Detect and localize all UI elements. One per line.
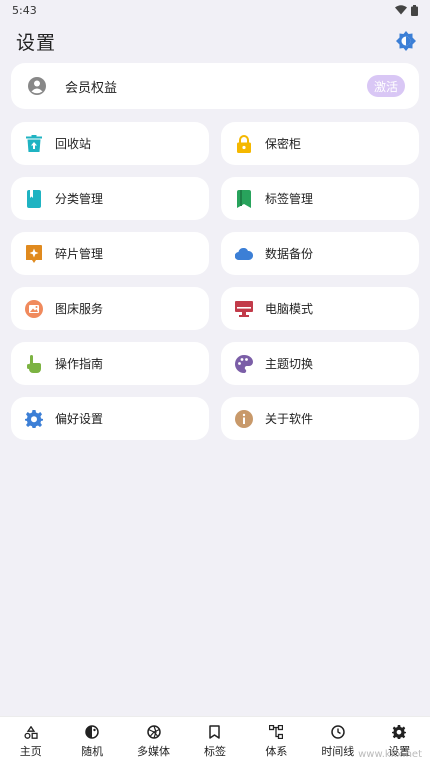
header: 设置: [0, 26, 430, 56]
tile-about[interactable]: 关于软件: [221, 397, 419, 440]
member-benefits-label: 会员权益: [65, 80, 118, 96]
tile-data-backup[interactable]: 数据备份: [221, 232, 419, 275]
nav-item-multimedia[interactable]: 多媒体: [124, 724, 184, 759]
image-icon: [25, 299, 43, 318]
nav-label: 标签: [203, 745, 226, 758]
gear-icon: [25, 409, 43, 428]
bookmark-icon: [235, 189, 253, 208]
desktop-icon: [235, 300, 253, 318]
tile-label: 电脑模式: [265, 302, 314, 316]
settings-grid: 回收站 保密柜 分类管理 标签管理 碎片管理 数据备份 图床服务 电脑模式 操作…: [11, 122, 419, 440]
tile-label: 主题切换: [265, 357, 314, 371]
nav-item-tags[interactable]: 标签: [185, 724, 245, 759]
account-icon: [28, 77, 46, 95]
tile-label: 图床服务: [55, 302, 104, 316]
tile-label: 偏好设置: [55, 412, 104, 426]
status-time: 5:43: [12, 3, 37, 17]
tile-label: 关于软件: [265, 412, 314, 426]
tile-vault[interactable]: 保密柜: [221, 122, 419, 165]
battery-icon: [411, 4, 418, 16]
tile-label: 分类管理: [55, 192, 104, 206]
lock-icon: [235, 134, 253, 153]
brightness-icon: [396, 31, 416, 51]
tile-tag-management[interactable]: 标签管理: [221, 177, 419, 220]
tile-fragment-management[interactable]: 碎片管理: [11, 232, 209, 275]
tile-desktop-mode[interactable]: 电脑模式: [221, 287, 419, 330]
tile-image-hosting[interactable]: 图床服务: [11, 287, 209, 330]
activate-button[interactable]: 激活: [367, 75, 405, 97]
trash-icon: [25, 135, 43, 153]
nav-item-home[interactable]: 主页: [1, 724, 61, 759]
nav-label: 随机: [81, 745, 104, 758]
nav-label: 多媒体: [137, 745, 171, 758]
nav-item-system[interactable]: 体系: [246, 724, 306, 759]
theme-toggle-button[interactable]: [394, 29, 418, 53]
bookmark-outline-icon: [207, 724, 223, 740]
aperture-icon: [146, 724, 162, 740]
tile-label: 保密柜: [265, 137, 302, 151]
tile-label: 标签管理: [265, 192, 314, 206]
settings-icon: [391, 724, 407, 740]
hand-pointer-icon: [25, 354, 43, 373]
hierarchy-icon: [268, 724, 284, 740]
nav-label: 体系: [265, 745, 288, 758]
watermark: www.kkx.net: [358, 749, 422, 760]
tile-theme-switch[interactable]: 主题切换: [221, 342, 419, 385]
random-icon: [84, 724, 100, 740]
tile-label: 数据备份: [265, 247, 314, 261]
page-title: 设置: [16, 31, 57, 54]
cloud-icon: [235, 245, 253, 263]
tile-label: 操作指南: [55, 357, 104, 371]
tile-preferences[interactable]: 偏好设置: [11, 397, 209, 440]
nav-label: 主页: [19, 745, 42, 758]
status-bar: 5:43: [0, 0, 430, 20]
home-shapes-icon: [23, 724, 39, 740]
nav-item-random[interactable]: 随机: [62, 724, 122, 759]
palette-icon: [235, 354, 253, 373]
tile-label: 回收站: [55, 137, 92, 151]
info-icon: [235, 409, 253, 428]
tile-category-management[interactable]: 分类管理: [11, 177, 209, 220]
tile-user-guide[interactable]: 操作指南: [11, 342, 209, 385]
fragment-icon: [25, 244, 43, 263]
book-icon: [25, 189, 43, 208]
tile-label: 碎片管理: [55, 247, 104, 261]
wifi-icon: [395, 5, 407, 15]
nav-label: 时间线: [321, 745, 355, 758]
status-icons: [395, 4, 418, 16]
clock-icon: [330, 724, 346, 740]
member-benefits-card[interactable]: 会员权益 激活: [11, 63, 419, 109]
tile-recycle-bin[interactable]: 回收站: [11, 122, 209, 165]
